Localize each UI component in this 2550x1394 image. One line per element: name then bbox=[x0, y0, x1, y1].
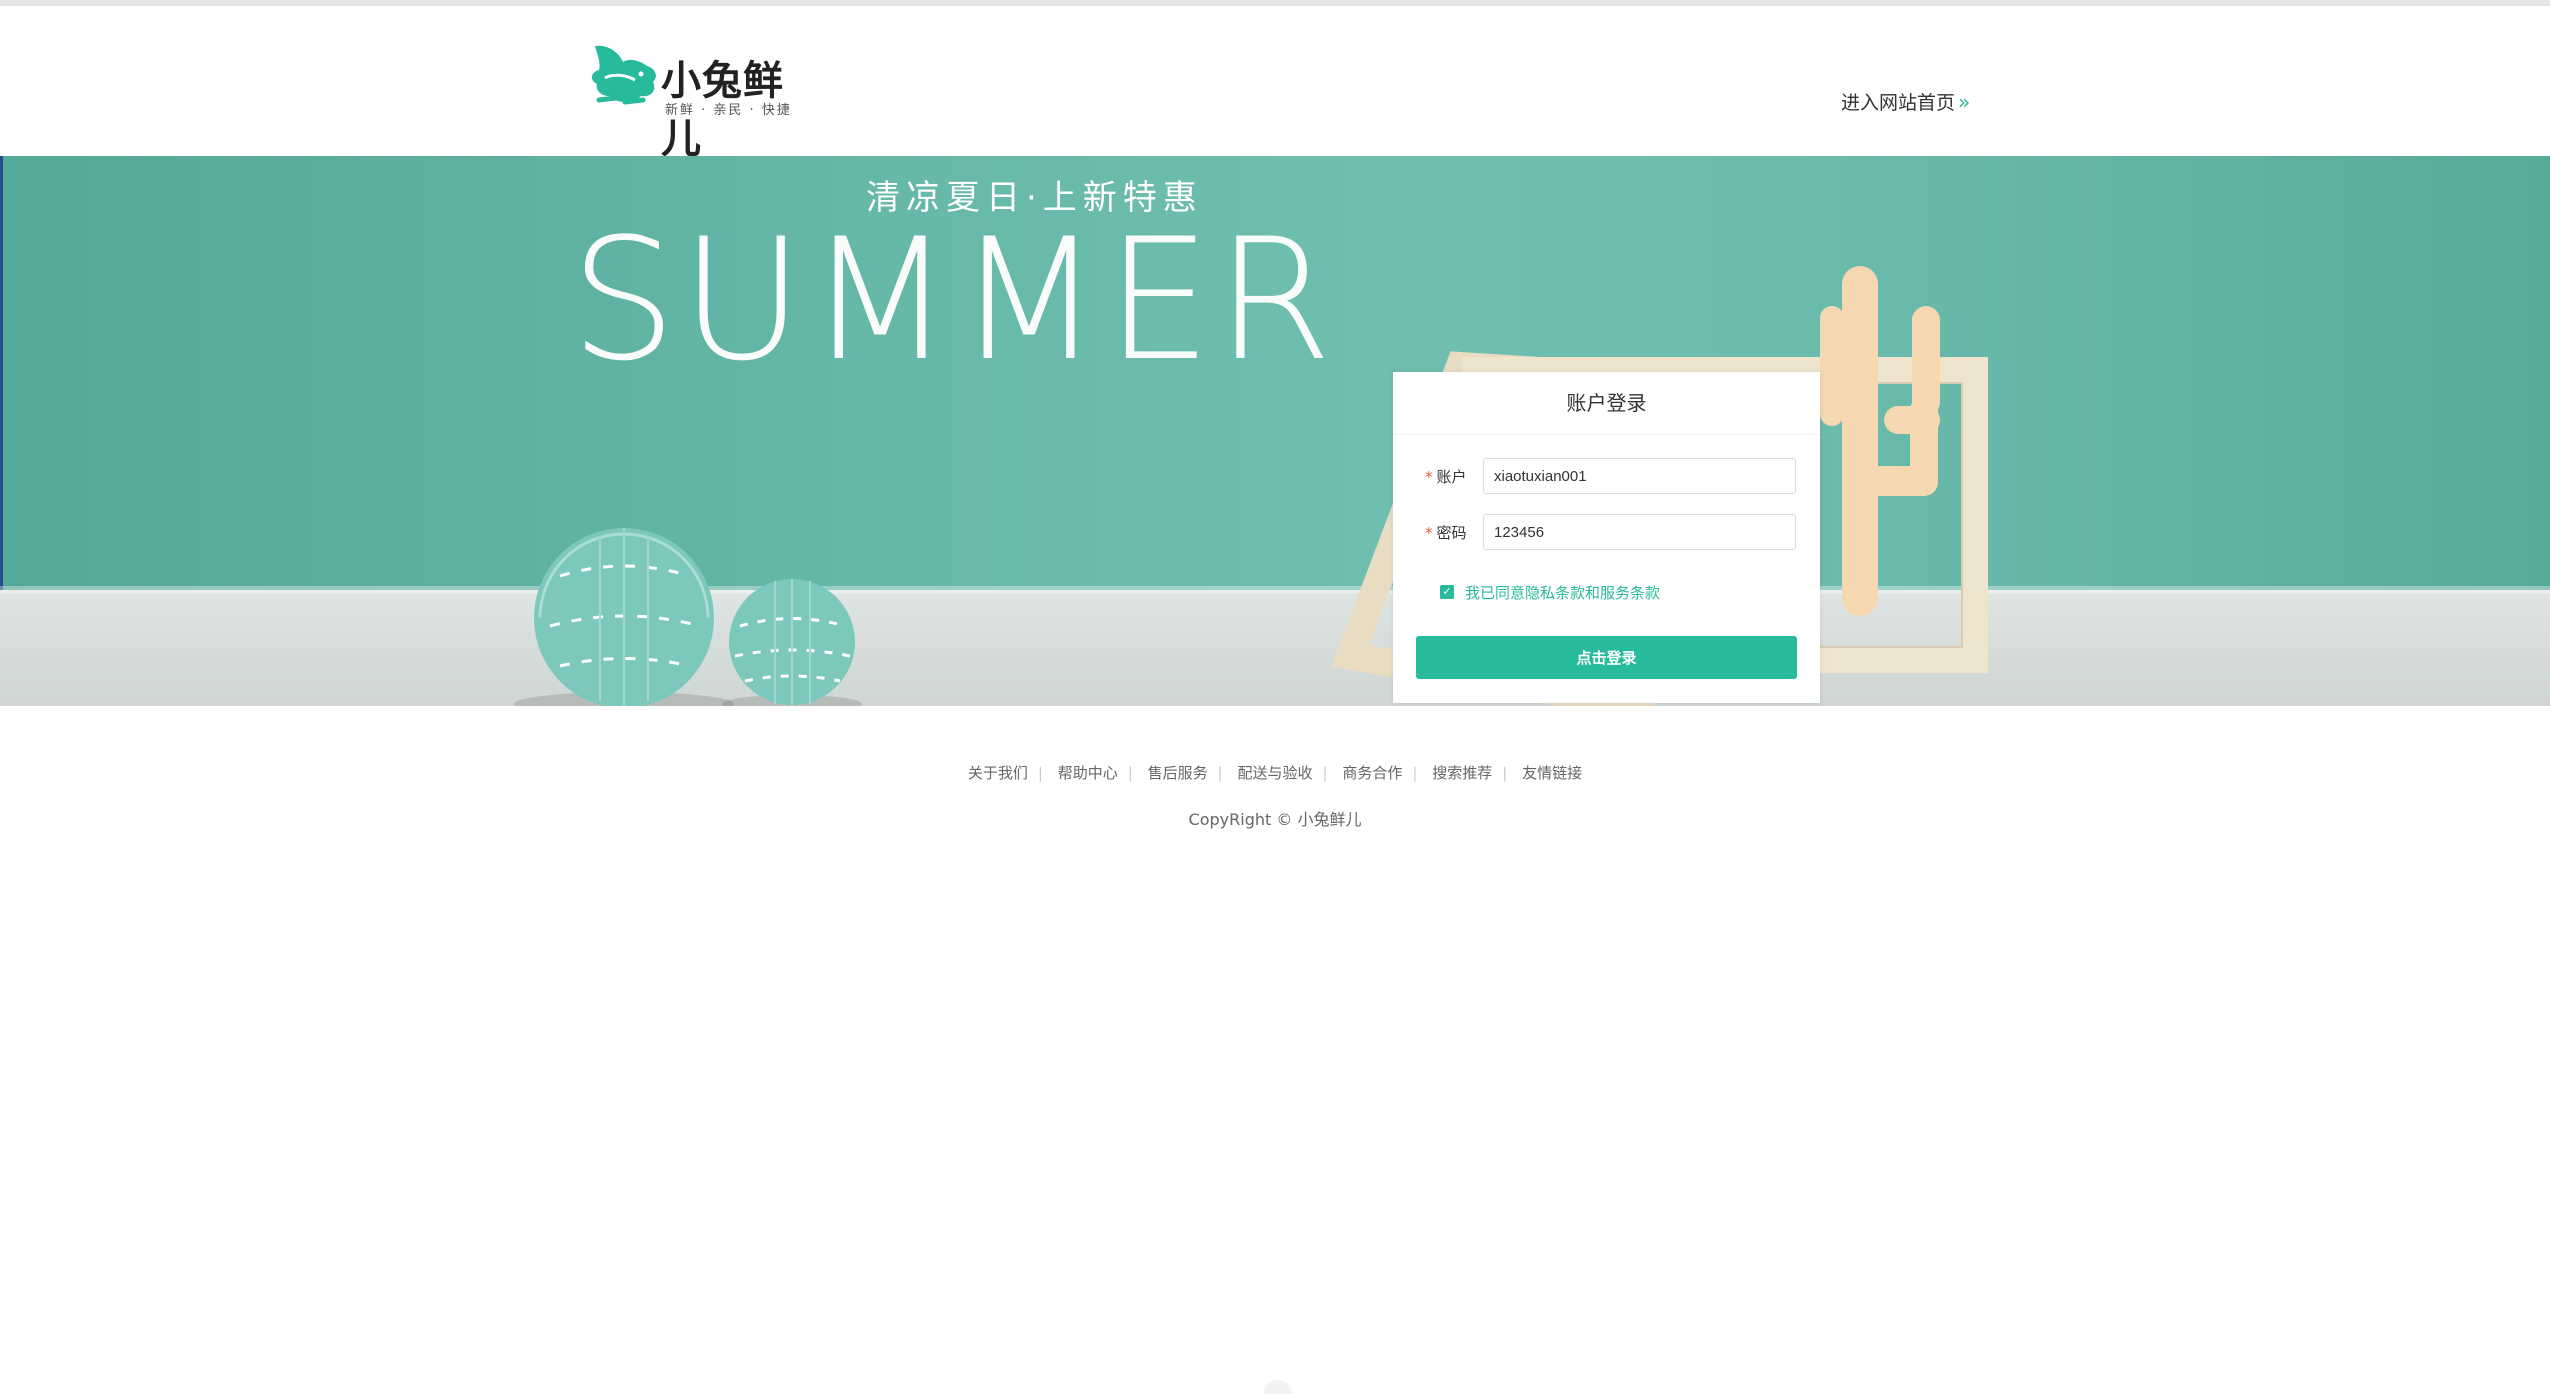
footer-link-friends[interactable]: 友情链接 bbox=[1522, 764, 1582, 782]
required-mark: * bbox=[1425, 524, 1433, 542]
decorative-ball-large bbox=[514, 528, 734, 706]
decorative-ball-small bbox=[722, 579, 862, 706]
footer-link-aftersales[interactable]: 售后服务 bbox=[1148, 764, 1208, 782]
site-logo[interactable]: 小兔鲜儿 新鲜 · 亲民 · 快捷 bbox=[585, 32, 815, 162]
required-mark: * bbox=[1425, 468, 1433, 486]
account-input[interactable] bbox=[1483, 458, 1796, 494]
footer-link-search[interactable]: 搜索推荐 bbox=[1432, 764, 1492, 782]
footer-link-business[interactable]: 商务合作 bbox=[1342, 764, 1402, 782]
account-label-text: 账户 bbox=[1436, 468, 1467, 486]
footer-link-help[interactable]: 帮助中心 bbox=[1058, 764, 1118, 782]
banner-title: SUMMER bbox=[570, 202, 1337, 398]
password-input[interactable] bbox=[1483, 514, 1796, 550]
account-label: * 账户 bbox=[1425, 458, 1467, 496]
home-link[interactable]: 进入网站首页 bbox=[1841, 88, 1955, 115]
header: 小兔鲜儿 新鲜 · 亲民 · 快捷 进入网站首页 » bbox=[0, 6, 2550, 162]
password-label-text: 密码 bbox=[1436, 524, 1467, 542]
double-chevron-right-icon[interactable]: » bbox=[1958, 90, 1970, 114]
password-label: * 密码 bbox=[1425, 514, 1467, 552]
login-card: 账户登录 *账户 *密码 ✓ 我已同意隐私条款和服务条款 点击登录 bbox=[1393, 372, 1820, 703]
login-title: 账户登录 bbox=[1393, 372, 1820, 435]
footer-link-about[interactable]: 关于我们 bbox=[968, 764, 1028, 782]
decorative-cactus bbox=[1820, 266, 1940, 616]
login-banner: 清凉夏日·上新特惠 SUMMER 账户登录 *账户 *密码 ✓ 我已同意隐私条款… bbox=[0, 156, 2550, 706]
rabbit-logo-icon bbox=[591, 45, 656, 105]
footer-links: 关于我们 | 帮助中心 | 售后服务 | 配送与验收 | 商务合作 | 搜索推荐 | 友情链… bbox=[967, 764, 1583, 782]
logo-slogan: 新鲜 · 亲民 · 快捷 bbox=[665, 103, 792, 118]
login-button[interactable]: 点击登录 bbox=[1416, 636, 1797, 679]
copyright: CopyRight © 小兔鲜儿 bbox=[1188, 810, 1362, 829]
agree-checkbox[interactable]: ✓ bbox=[1440, 585, 1454, 599]
password-row: * 密码 bbox=[1393, 514, 1820, 552]
footer-link-delivery[interactable]: 配送与验收 bbox=[1237, 764, 1312, 782]
agree-text[interactable]: 我已同意隐私条款和服务条款 bbox=[1465, 582, 1660, 604]
account-row: * 账户 bbox=[1393, 458, 1820, 496]
